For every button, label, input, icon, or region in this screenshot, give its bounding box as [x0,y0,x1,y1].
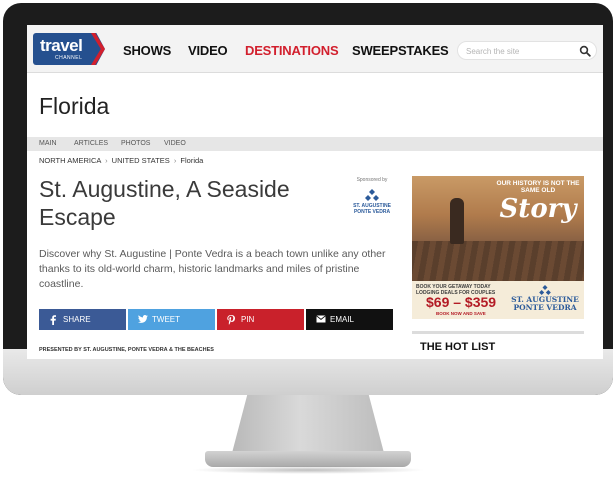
nav-destinations[interactable]: DESTINATIONS [245,43,339,58]
ad-offer-panel: BOOK YOUR GETAWAY TODAY LODGING DEALS FO… [412,281,584,319]
pinterest-icon [227,315,235,325]
advertisement-banner[interactable]: OUR HISTORY IS NOT THE SAME OLD Story BO… [412,176,584,319]
ad-brand-logo-icon [539,285,551,295]
subnav-main[interactable]: MAIN [39,140,57,147]
share-email-button[interactable]: EMAIL [306,309,393,330]
ad-brand: ST. AUGUSTINE PONTE VEDRA [508,285,582,312]
browser-viewport: travel CHANNEL SHOWS VIDEO DESTINATIONS … [27,25,603,359]
site-header: travel CHANNEL SHOWS VIDEO DESTINATIONS … [27,25,603,73]
monitor-stand-base [205,451,411,467]
article-description: Discover why St. Augustine | Ponte Vedra… [39,248,386,290]
share-bar: SHARE TWEET PIN EMAIL [39,309,393,330]
search-input[interactable] [466,44,576,58]
ad-price: $69 – $359 [426,294,497,310]
share-pinterest-button[interactable]: PIN [217,309,304,330]
logo-subtext: CHANNEL [55,55,83,61]
page-title: Florida [39,93,110,119]
sponsor-logo-icon [365,189,379,201]
share-facebook-label: SHARE [63,315,91,324]
section-subnav: MAIN ARTICLES PHOTOS VIDEO [27,137,603,151]
share-pinterest-label: PIN [241,315,255,324]
search-icon[interactable] [579,45,591,57]
nav-video[interactable]: VIDEO [188,43,228,58]
nav-sweepstakes[interactable]: SWEEPSTAKES [352,43,449,58]
page-header: Florida [27,73,603,137]
chevron-right-icon: › [173,156,177,165]
breadcrumb-united-states[interactable]: UNITED STATES [112,156,170,165]
share-twitter-label: TWEET [152,315,180,324]
ad-brand-text: ST. AUGUSTINE PONTE VEDRA [511,295,579,312]
ad-story-word: Story [499,194,577,224]
ad-photo-deck [412,241,584,281]
monitor-frame: travel CHANNEL SHOWS VIDEO DESTINATIONS … [3,3,613,395]
subnav-photos[interactable]: PHOTOS [121,140,150,147]
twitter-icon [138,315,148,323]
share-email-label: EMAIL [330,315,355,324]
chevron-right-icon: › [105,156,108,165]
facebook-icon [50,315,56,325]
search-box [457,41,597,60]
hot-list-panel: THE HOT LIST [412,331,584,359]
subnav-video[interactable]: VIDEO [164,140,186,147]
presented-by: PRESENTED BY ST. AUGUSTINE, PONTE VEDRA … [39,347,214,353]
article-title: St. Augustine, A Seaside Escape [39,176,290,230]
breadcrumb-florida: Florida [180,156,204,165]
subnav-articles[interactable]: ARTICLES [74,140,108,147]
monitor-stand-neck [232,395,384,453]
sponsor-label: Sponsored by [356,177,388,183]
logo-text: travel [40,36,83,55]
monitor-stand-shadow [190,466,426,474]
sponsor-name: ST. AUGUSTINE PONTE VEDRA [353,203,391,215]
ad-book-now: BOOK NOW AND SAVE [436,311,486,316]
hot-list-title: THE HOT LIST [420,341,496,353]
envelope-icon [316,315,326,323]
ad-photo-person [450,198,464,244]
share-twitter-button[interactable]: TWEET [128,309,215,330]
nav-shows[interactable]: SHOWS [123,43,171,58]
breadcrumb: NORTH AMERICA › UNITED STATES › Florida [39,156,203,165]
breadcrumb-north-america[interactable]: NORTH AMERICA [39,156,101,165]
sponsor-block[interactable]: Sponsored by ST. AUGUSTINE PONTE VEDRA [349,177,395,215]
share-facebook-button[interactable]: SHARE [39,309,126,330]
ad-headline: OUR HISTORY IS NOT THE SAME OLD [496,180,580,194]
